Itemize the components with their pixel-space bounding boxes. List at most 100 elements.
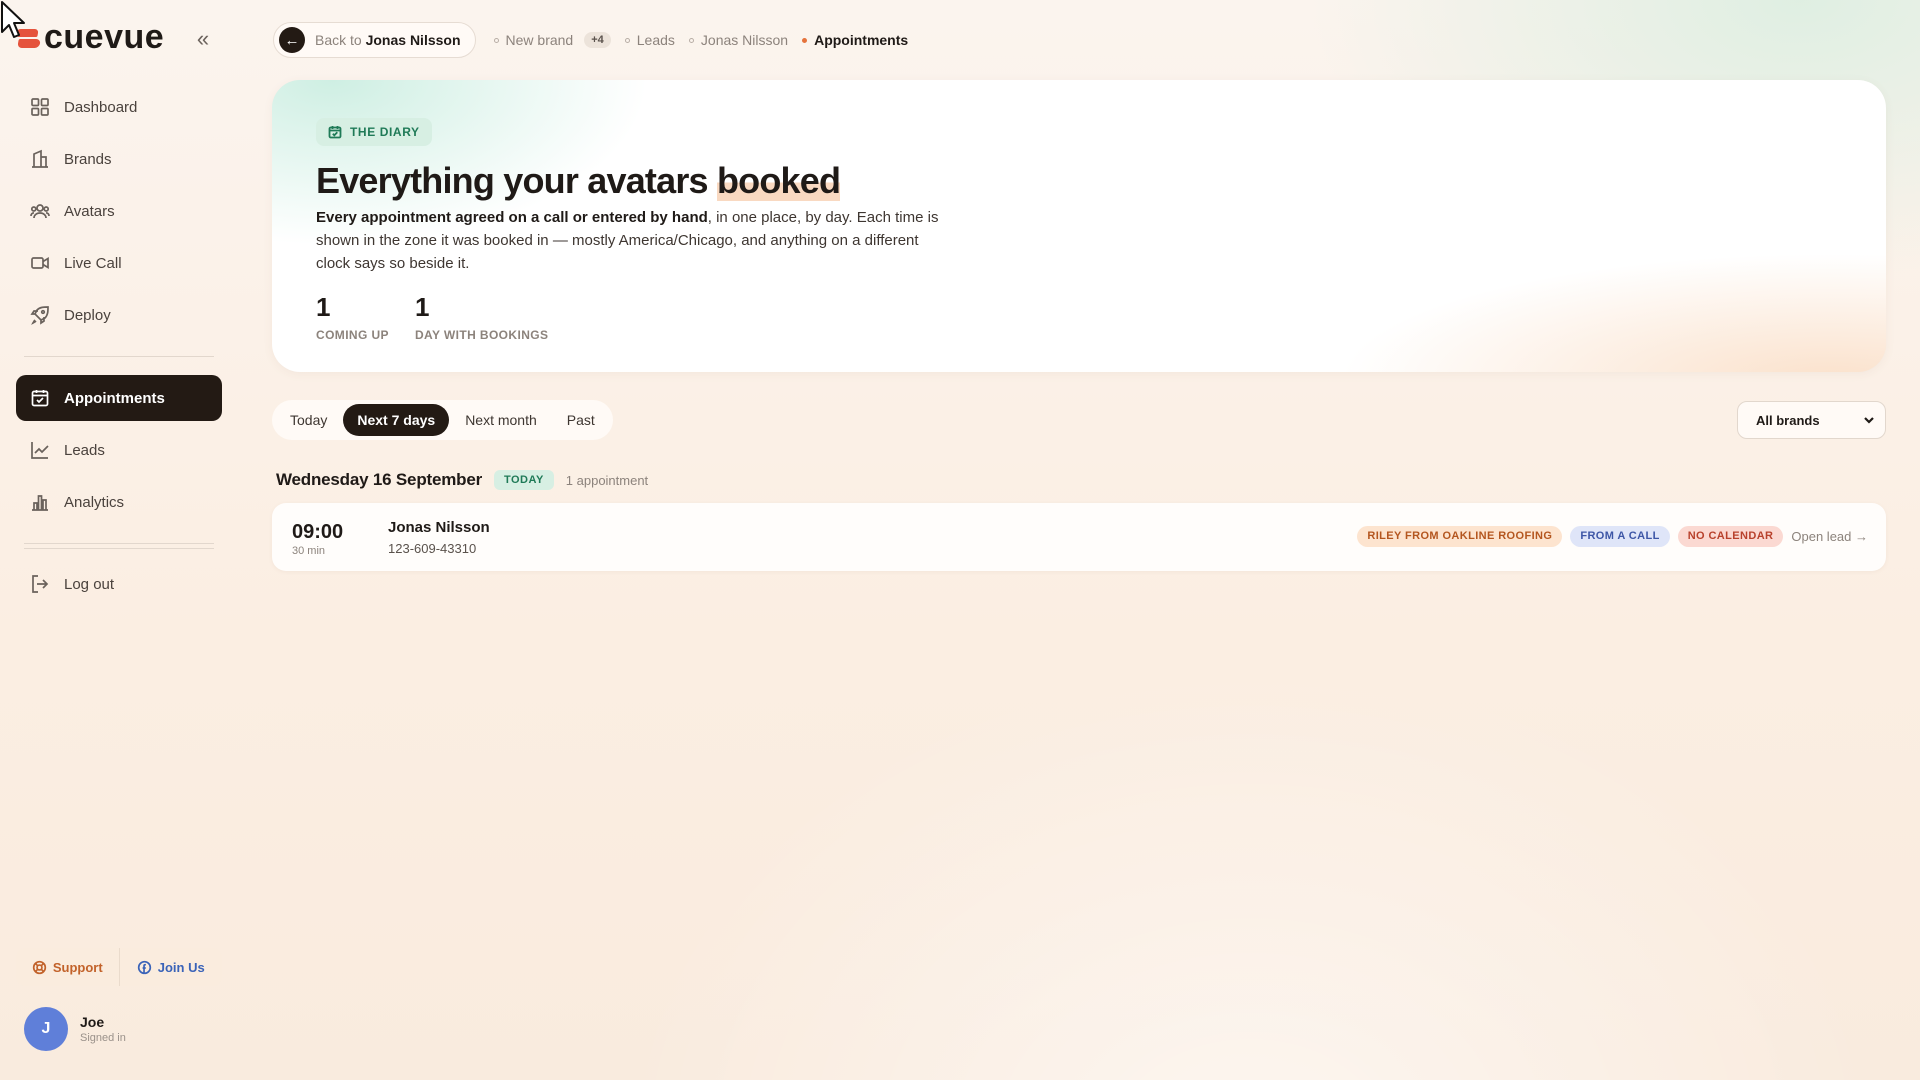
sidebar-nav: Dashboard Brands Avatars Live Call Deplo…	[16, 84, 222, 613]
sidebar-item-label: Avatars	[64, 202, 115, 220]
back-target: Jonas Nilsson	[365, 32, 461, 48]
user-profile[interactable]: J Joe Signed in	[24, 1007, 126, 1051]
support-button[interactable]: Support	[16, 948, 120, 986]
breadcrumb-item-current: Appointments	[802, 32, 908, 48]
appointment-time: 09:00	[292, 521, 344, 543]
building-icon	[32, 149, 48, 168]
sidebar-item-label: Live Call	[64, 254, 122, 272]
breadcrumb-count-badge[interactable]: +4	[584, 32, 611, 48]
sidebar-item-analytics[interactable]: Analytics	[16, 479, 222, 525]
avatar: J	[24, 1007, 68, 1051]
dot-icon	[688, 37, 694, 43]
appointment-row[interactable]: 09:00 30 min Jonas Nilsson 123-609-43310…	[272, 503, 1886, 571]
tab-next-month[interactable]: Next month	[451, 404, 551, 436]
collapse-sidebar-icon[interactable]: «	[192, 28, 214, 52]
sidebar-item-label: Deploy	[64, 306, 111, 324]
arrow-left-icon: ←	[279, 27, 305, 53]
breadcrumb-label: Jonas Nilsson	[700, 32, 789, 48]
sidebar-item-label: Analytics	[64, 493, 125, 511]
calendar-check-icon	[328, 126, 342, 139]
sidebar-item-appointments[interactable]: Appointments	[16, 375, 222, 421]
page-description-bold: Every appointment agreed on a call or en…	[316, 209, 708, 226]
dot-icon	[802, 37, 808, 43]
stat-label: COMING UP	[316, 328, 389, 342]
stat-label: DAY WITH BOOKINGS	[414, 328, 549, 342]
chevron-down-icon	[1864, 417, 1874, 424]
appointment-tags: RILEY FROM OAKLINE ROOFING FROM A CALL N…	[1357, 526, 1868, 547]
diary-tag-label: THE DIARY	[350, 125, 420, 139]
join-us-button[interactable]: Join Us	[120, 948, 223, 986]
brand-filter-value: All brands	[1756, 412, 1820, 428]
appointment-contact-name: Jonas Nilsson	[388, 519, 490, 536]
support-row: Support Join Us	[16, 948, 222, 986]
back-prefix: Back to	[315, 32, 362, 48]
brand-tag: RILEY FROM OAKLINE ROOFING	[1357, 526, 1563, 547]
range-tabs: Today Next 7 days Next month Past	[272, 400, 613, 440]
dot-icon	[493, 37, 499, 43]
rocket-icon	[30, 306, 49, 325]
trend-icon	[31, 442, 49, 459]
breadcrumb-item-leads[interactable]: Leads	[624, 32, 675, 48]
lifebuoy-icon	[32, 960, 46, 974]
bar-chart-icon	[32, 495, 48, 511]
support-label: Support	[52, 959, 103, 975]
open-lead-link[interactable]: Open lead →	[1791, 529, 1868, 544]
hero-card: THE DIARY Everything your avatars booked…	[272, 80, 1886, 372]
breadcrumb-label: New brand	[505, 32, 574, 48]
tab-next-7-days[interactable]: Next 7 days	[343, 404, 450, 436]
stat-value: 1	[414, 292, 430, 322]
sidebar-item-live-call[interactable]: Live Call	[16, 240, 222, 286]
back-button[interactable]: ← Back to Jonas Nilsson	[273, 22, 476, 58]
sidebar-item-label: Leads	[64, 441, 105, 459]
sidebar-item-label: Appointments	[64, 389, 165, 407]
user-status: Signed in	[80, 1032, 126, 1044]
tab-today[interactable]: Today	[276, 404, 341, 436]
stat-days-with-bookings: 1 DAY WITH BOOKINGS	[415, 294, 548, 342]
users-icon	[30, 204, 50, 219]
appointment-count: 1 appointment	[565, 472, 649, 488]
day-group-header: Wednesday 16 September TODAY 1 appointme…	[276, 470, 648, 490]
diary-tag: THE DIARY	[316, 118, 432, 146]
status-badge: TODAY	[493, 470, 554, 490]
stat-value: 1	[316, 292, 331, 322]
logout-icon	[32, 575, 49, 593]
breadcrumb-item-lead[interactable]: Jonas Nilsson	[688, 32, 789, 48]
page-title-main: Everything your avatars	[316, 160, 717, 201]
breadcrumb: ← Back to Jonas Nilsson New brand +4 Lea…	[273, 22, 922, 58]
sidebar-item-leads[interactable]: Leads	[16, 427, 222, 473]
sidebar-item-dashboard[interactable]: Dashboard	[16, 84, 222, 130]
stat-coming-up: 1 COMING UP	[316, 294, 389, 342]
brand-filter-select[interactable]: All brands	[1737, 401, 1886, 439]
page-title-highlight: booked	[716, 160, 841, 201]
appointment-contact-phone: 123-609-43310	[388, 541, 477, 556]
dot-icon	[624, 37, 630, 43]
logout-label: Log out	[64, 575, 115, 593]
sidebar-item-avatars[interactable]: Avatars	[16, 188, 222, 234]
day-title: Wednesday 16 September	[276, 470, 482, 489]
page-description: Every appointment agreed on a call or en…	[316, 206, 956, 275]
logout-button[interactable]: Log out	[16, 561, 222, 607]
breadcrumb-label: Appointments	[814, 32, 909, 48]
sidebar-item-deploy[interactable]: Deploy	[16, 292, 222, 338]
app-logo[interactable]: cuevue	[15, 20, 164, 54]
mouse-cursor-icon	[1, 1, 25, 38]
calendar-tag: NO CALENDAR	[1677, 526, 1784, 547]
sidebar-item-label: Dashboard	[64, 98, 138, 116]
video-icon	[31, 256, 49, 270]
breadcrumb-label: Leads	[636, 32, 675, 48]
sidebar-divider	[24, 543, 214, 544]
sidebar-divider	[24, 356, 214, 357]
dashboard-icon	[31, 98, 49, 116]
tab-past[interactable]: Past	[553, 404, 609, 436]
sidebar: cuevue « Dashboard Brands Avatars Live C…	[0, 0, 240, 1080]
sidebar-divider	[24, 548, 214, 549]
stats-row: 1 COMING UP 1 DAY WITH BOOKINGS	[316, 294, 548, 342]
source-tag: FROM A CALL	[1570, 526, 1670, 547]
sidebar-item-brands[interactable]: Brands	[16, 136, 222, 182]
sidebar-item-label: Brands	[64, 150, 112, 168]
appointment-duration: 30 min	[292, 545, 326, 557]
breadcrumb-item-new-brand[interactable]: New brand +4	[493, 32, 611, 48]
calendar-check-icon	[31, 390, 49, 407]
user-name: Joe	[80, 1014, 105, 1030]
join-us-label: Join Us	[157, 959, 205, 975]
